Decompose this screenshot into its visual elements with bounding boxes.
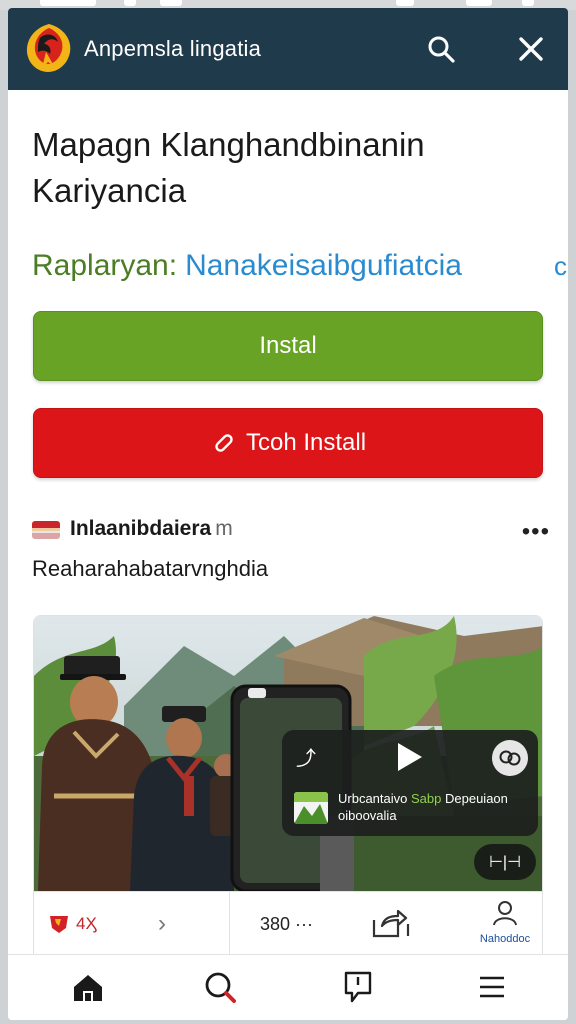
captions-button[interactable] [492,740,528,776]
author-link[interactable]: Nanakeisaibgufiatcia [185,249,462,282]
video-caption: Urbcantaivo Sabp Depeuiaon oiboovalia [338,790,528,824]
status-tick [124,0,136,6]
share-icon[interactable]: ⤴ [296,742,316,771]
caption-text: Urbcantaivo [338,791,408,806]
search-button[interactable] [420,28,462,70]
reaction-badge-icon [48,914,70,934]
nav-home[interactable] [68,967,108,1007]
caption-highlight: Sabp [411,791,442,806]
play-button[interactable] [392,740,426,774]
status-tick [396,0,414,6]
profile-label: Nahoddoc [479,933,531,945]
next-arrow-icon[interactable]: › [158,910,166,938]
install-button[interactable]: Instal [33,311,543,381]
author-label: Raplaryan: [32,249,178,282]
reaction-section: 4Ӽ › [34,892,230,956]
install-button-label: Instal [259,332,317,359]
flag-icon [32,521,60,539]
fullscreen-icon: ⊢|⊣ [488,854,522,871]
play-icon [398,743,422,771]
post-author[interactable]: Inlaanibdaiera m [70,517,233,541]
link-icon [215,434,233,452]
nav-search[interactable] [200,967,240,1007]
profile-button[interactable]: Nahoddoc [470,900,540,952]
user-icon [493,901,517,926]
more-dots-icon[interactable]: ••• [522,518,550,546]
trial-install-button[interactable]: Tcoh Install [33,408,543,478]
status-tick [522,0,534,6]
post-text: Reaharahabatarvnghdia [32,556,269,581]
chat-icon [344,971,372,1003]
status-tick [466,0,492,6]
video-thumb-icon [294,792,328,824]
app-logo-icon [24,22,74,74]
nav-chat[interactable] [338,967,378,1007]
author-row: Raplaryan: Nanakeisaibgufiatcia c [32,246,568,286]
media-card: ⤴ Urbcantaivo Sabp Depeuiaon oiboovalia … [33,615,543,1010]
search-icon [428,36,455,63]
home-icon [74,975,102,1001]
status-tick [40,0,96,6]
app-bar: Anpemsla lingatia [8,8,568,90]
share-button[interactable] [368,908,412,940]
page-title: Mapagn Klanghandbinanin Kariyancia [32,126,425,209]
view-count: 380 ··· [260,914,314,934]
close-button[interactable] [510,28,552,70]
media-footer: 4Ӽ › 380 ··· Nahoddoc [34,891,542,956]
post-author-tail: m [215,517,233,540]
post-header: Inlaanibdaiera m ••• [32,512,552,546]
author-overflow: c [554,251,567,281]
app-screen: Anpemsla lingatia Mapagn Klanghandbinani… [8,8,568,1020]
bottom-nav [8,954,568,1020]
trial-install-button-label: Tcoh Install [245,429,367,456]
post-author-name: Inlaanibdaiera [70,517,212,540]
reaction-count: 4Ӽ [76,914,97,933]
status-tick [160,0,182,6]
search-icon [205,972,236,1003]
fullscreen-button[interactable]: ⊢|⊣ [474,844,536,880]
nav-menu[interactable] [472,967,512,1007]
captions-icon [499,750,521,766]
menu-icon [480,976,504,998]
share-box-icon [372,909,410,938]
close-icon [519,37,543,61]
video-player-overlay: ⤴ Urbcantaivo Sabp Depeuiaon oiboovalia [282,730,538,836]
app-title: Anpemsla lingatia [84,36,262,61]
